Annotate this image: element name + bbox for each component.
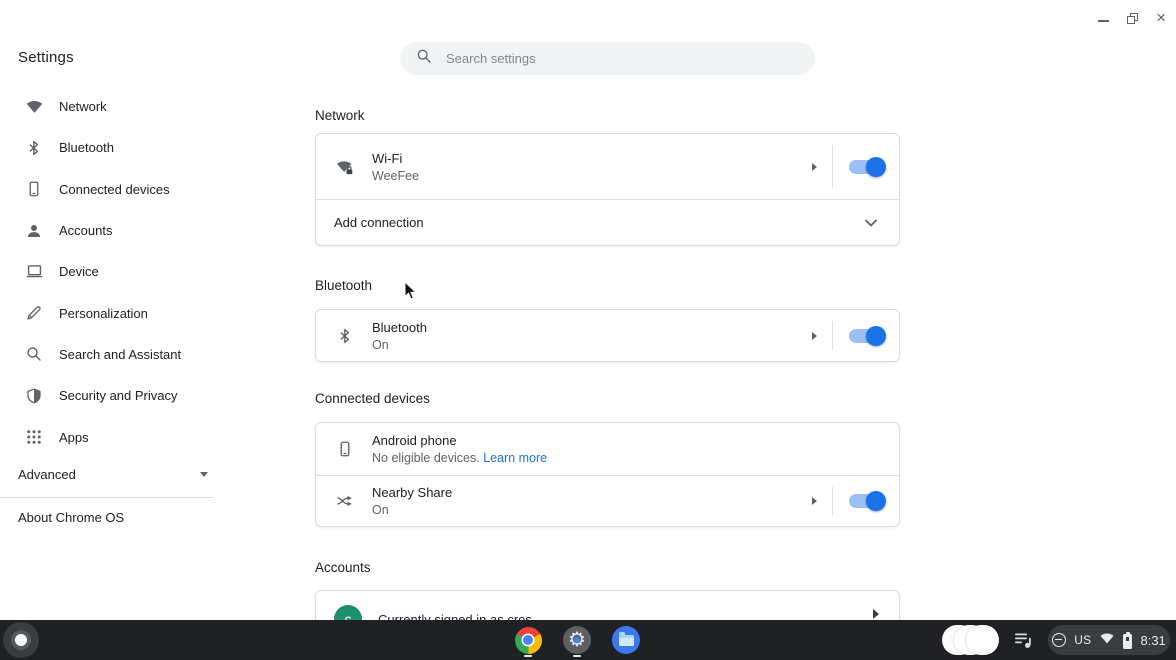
sidebar-item-bluetooth[interactable]: Bluetooth: [0, 127, 226, 168]
nearby-share-subtitle: On: [372, 503, 452, 517]
page-title: Settings: [18, 49, 74, 66]
android-phone-subtitle: No eligible devices.: [372, 451, 480, 465]
bluetooth-row-subtitle: On: [372, 338, 427, 352]
person-icon: [24, 221, 44, 241]
sidebar-item-personalization[interactable]: Personalization: [0, 292, 226, 333]
clock-label: 8:31: [1140, 633, 1165, 648]
close-icon[interactable]: ×: [1156, 11, 1166, 25]
subpage-arrow-icon: [812, 163, 817, 171]
add-connection-label: Add connection: [334, 215, 424, 230]
bluetooth-card: Bluetooth On: [315, 309, 900, 362]
accounts-section-heading: Accounts: [315, 560, 371, 575]
chrome-app-button[interactable]: [514, 623, 542, 657]
sidebar-item-network[interactable]: Network: [0, 86, 226, 127]
chrome-icon: [515, 627, 542, 654]
laptop-icon: [24, 262, 44, 282]
subpage-arrow-icon: [873, 609, 879, 619]
chevron-down-icon: [865, 214, 877, 232]
smartphone-icon: [24, 179, 44, 199]
add-connection-row[interactable]: Add connection: [316, 199, 899, 245]
bluetooth-icon: [334, 325, 356, 347]
bluetooth-row[interactable]: Bluetooth On: [316, 310, 899, 361]
wifi-icon: [24, 97, 44, 117]
status-tray[interactable]: US 8:31: [1048, 625, 1170, 655]
do-not-disturb-icon: [1052, 633, 1066, 647]
caret-down-icon: [200, 472, 208, 477]
battery-icon: [1123, 632, 1132, 649]
window-controls: ×: [1098, 6, 1170, 30]
bluetooth-row-title: Bluetooth: [372, 320, 427, 335]
subpage-arrow-icon: [812, 332, 817, 340]
settings-gear-icon: ⚙: [563, 626, 591, 654]
nearby-share-icon: [334, 490, 356, 512]
sidebar-advanced-expander[interactable]: Advanced: [0, 458, 226, 492]
shelf: ⚙ US 8:31: [0, 620, 1176, 660]
shelf-apps: ⚙: [514, 620, 640, 660]
launcher-icon: [15, 634, 27, 646]
search-input[interactable]: [446, 51, 776, 66]
search-icon: [416, 48, 432, 69]
network-section-heading: Network: [315, 108, 365, 123]
restore-icon[interactable]: [1127, 13, 1138, 24]
keyboard-layout-label: US: [1074, 633, 1091, 647]
launcher-button[interactable]: [3, 622, 39, 658]
wifi-lock-icon: [334, 156, 356, 178]
bluetooth-section-heading: Bluetooth: [315, 278, 372, 293]
status-tray-area: US 8:31: [942, 620, 1176, 660]
network-card: Wi-Fi WeeFee Add connection: [315, 133, 900, 246]
bluetooth-icon: [24, 138, 44, 158]
connected-devices-section-heading: Connected devices: [315, 391, 430, 406]
active-app-indicator: [524, 655, 532, 657]
android-phone-row[interactable]: Android phone No eligible devices. Learn…: [316, 423, 899, 475]
mouse-cursor: [404, 281, 418, 306]
wifi-toggle[interactable]: [849, 160, 883, 174]
pencil-icon: [24, 303, 44, 323]
bluetooth-toggle[interactable]: [849, 329, 883, 343]
chromeos-settings-window: × Settings Network Bluetooth Connected d…: [0, 0, 1176, 660]
sidebar-item-security-privacy[interactable]: Security and Privacy: [0, 375, 226, 416]
search-icon: [24, 344, 44, 364]
notifications-stack[interactable]: [942, 625, 1000, 655]
sidebar-item-search-assistant[interactable]: Search and Assistant: [0, 334, 226, 375]
media-controls-icon[interactable]: [1012, 628, 1036, 652]
wifi-row[interactable]: Wi-Fi WeeFee: [316, 134, 899, 199]
wifi-row-title: Wi-Fi: [372, 151, 419, 166]
sidebar-item-connected-devices[interactable]: Connected devices: [0, 169, 226, 210]
smartphone-icon: [334, 438, 356, 460]
sidebar-item-device[interactable]: Device: [0, 251, 226, 292]
apps-grid-icon: [24, 427, 44, 447]
shield-icon: [24, 386, 44, 406]
settings-search-bar[interactable]: [400, 42, 815, 75]
android-phone-title: Android phone: [372, 433, 547, 448]
settings-app-button[interactable]: ⚙: [563, 623, 591, 657]
minimize-icon[interactable]: [1098, 20, 1109, 22]
nearby-share-title: Nearby Share: [372, 485, 452, 500]
sidebar-item-accounts[interactable]: Accounts: [0, 210, 226, 251]
sidebar-item-about-chromeos[interactable]: About Chrome OS: [0, 498, 226, 538]
sidebar-item-apps[interactable]: Apps: [0, 416, 226, 457]
subpage-arrow-icon: [812, 497, 817, 505]
wifi-icon: [1099, 631, 1115, 650]
files-app-button[interactable]: [612, 623, 640, 657]
nearby-share-toggle[interactable]: [849, 494, 883, 508]
files-icon: [612, 626, 640, 654]
learn-more-link[interactable]: Learn more: [483, 451, 547, 465]
active-app-indicator: [573, 655, 581, 657]
wifi-row-subtitle: WeeFee: [372, 169, 419, 183]
connected-devices-card: Android phone No eligible devices. Learn…: [315, 422, 900, 527]
sidebar: Network Bluetooth Connected devices Acco…: [0, 86, 226, 538]
nearby-share-row[interactable]: Nearby Share On: [316, 475, 899, 526]
